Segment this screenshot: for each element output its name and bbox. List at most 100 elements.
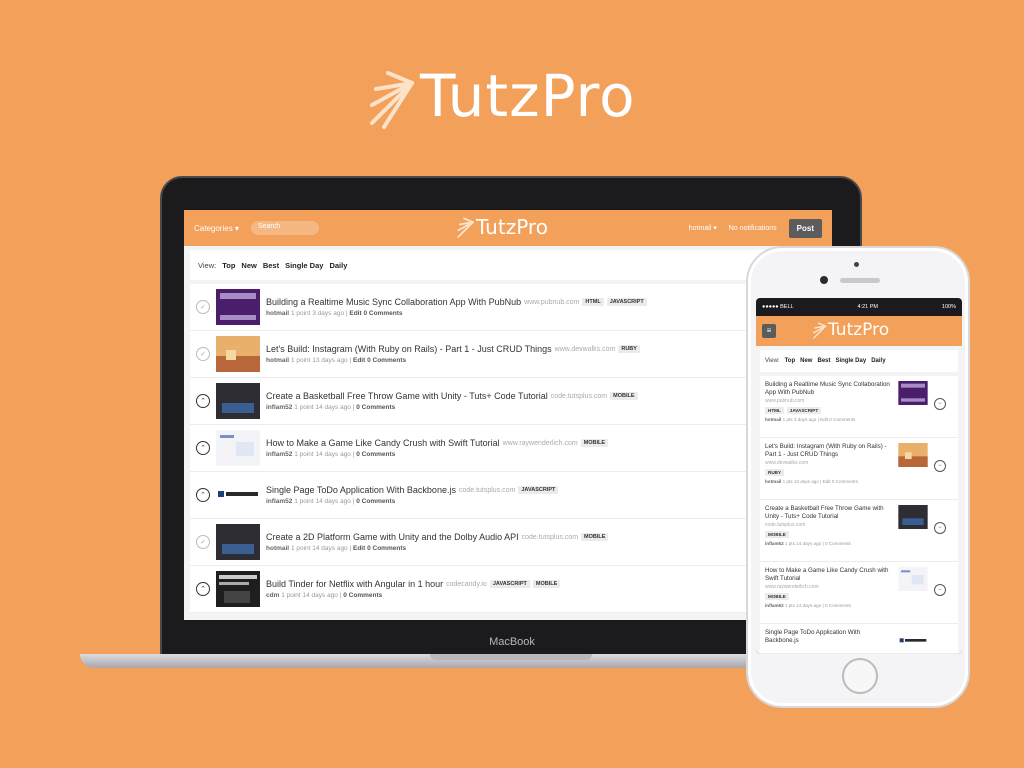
post-thumbnail[interactable] (898, 567, 928, 591)
post-title[interactable]: How to Make a Game Like Candy Crush with… (266, 438, 500, 448)
post-title[interactable]: Build Tinder for Netflix with Angular in… (266, 579, 443, 589)
post-author[interactable]: hotmail (266, 545, 289, 552)
post-button[interactable]: Post (788, 218, 822, 238)
post-tag[interactable]: JAVASCRIPT (786, 407, 822, 414)
post-tag[interactable]: JAVASCRIPT (606, 298, 647, 306)
search-input[interactable]: Search (250, 221, 319, 235)
post-tag[interactable]: JAVASCRIPT (489, 580, 530, 588)
post-author[interactable]: inflam52 (266, 451, 292, 458)
post-thumbnail[interactable] (216, 571, 260, 607)
post-author[interactable]: inflam52 (266, 498, 292, 505)
comments-link[interactable]: 0 Comments (825, 603, 851, 608)
categories-dropdown[interactable]: Categories ▾ (194, 224, 239, 233)
post-title[interactable]: Single Page ToDo Application With Backbo… (765, 629, 891, 645)
hamburger-menu-icon[interactable]: ≡ (762, 324, 776, 338)
comments-link[interactable]: 0 Comments (343, 592, 382, 599)
view-best[interactable]: Best (263, 261, 279, 270)
post-thumbnail[interactable] (216, 524, 260, 560)
phone-header-logo[interactable]: TutzPro (812, 319, 889, 341)
post-domain[interactable]: code.tutsplus.com (459, 487, 515, 494)
upvote-icon[interactable]: − (934, 522, 946, 534)
post-thumbnail[interactable] (216, 477, 260, 513)
comments-link[interactable]: 0 Comments (367, 545, 406, 552)
upvote-icon[interactable]: ⌃ (196, 488, 210, 502)
post-author[interactable]: hotmail (266, 357, 289, 364)
post-thumbnail[interactable] (898, 443, 928, 467)
post-tag[interactable]: RUBY (765, 469, 785, 476)
notifications-link[interactable]: No notifications (729, 225, 777, 232)
post-tag[interactable]: HTML (582, 298, 604, 306)
post-title[interactable]: Building a Realtime Music Sync Collabora… (266, 297, 521, 307)
post-thumbnail[interactable] (216, 430, 260, 466)
post-thumbnail[interactable] (898, 381, 928, 405)
post-author[interactable]: inflam52 (765, 603, 784, 608)
post-domain[interactable]: www.devwalks.com (555, 346, 616, 353)
post-tag[interactable]: MOBILE (532, 580, 561, 588)
post-tag[interactable]: MOBILE (580, 439, 609, 447)
post-thumbnail[interactable] (216, 383, 260, 419)
post-thumbnail[interactable] (216, 289, 260, 325)
post-tag[interactable]: MOBILE (765, 531, 789, 538)
post-title[interactable]: Create a Basketball Free Throw Game with… (266, 391, 548, 401)
post-domain[interactable]: www.pubnub.com (524, 299, 579, 306)
post-author[interactable]: hotmail (765, 417, 781, 422)
comments-link[interactable]: 0 Comments (356, 404, 395, 411)
comments-link[interactable]: 0 Comments (367, 357, 406, 364)
upvote-icon[interactable]: ⌃ (196, 441, 210, 455)
post-domain[interactable]: code.tutsplus.com (522, 534, 578, 541)
edit-link[interactable]: Edit (823, 479, 831, 484)
comments-link[interactable]: 0 Comments (356, 498, 395, 505)
post-author[interactable]: cdm (266, 592, 279, 599)
post-domain[interactable]: codecandy.io (446, 581, 487, 588)
upvote-icon[interactable]: ⌃ (196, 582, 210, 596)
post-thumbnail[interactable] (216, 336, 260, 372)
post-domain[interactable]: www.raywenderlich.com (503, 440, 578, 447)
upvoted-check-icon[interactable]: ✓ (196, 535, 210, 549)
post-title[interactable]: Single Page ToDo Application With Backbo… (266, 485, 456, 495)
post-tag[interactable]: HTML (765, 407, 784, 414)
comments-link[interactable]: 0 Comments (832, 479, 858, 484)
post-title[interactable]: Building a Realtime Music Sync Collabora… (765, 381, 891, 397)
view-single-day[interactable]: Single Day (285, 261, 323, 270)
view-daily[interactable]: Daily (871, 358, 885, 364)
view-new[interactable]: New (241, 261, 256, 270)
edit-link[interactable]: Edit (820, 417, 828, 422)
view-daily[interactable]: Daily (329, 261, 347, 270)
post-tag[interactable]: MOBILE (610, 392, 638, 400)
view-single-day[interactable]: Single Day (836, 358, 867, 364)
post-author[interactable]: hotmail (266, 310, 289, 317)
upvote-icon[interactable]: ⌃ (196, 394, 210, 408)
post-title[interactable]: Create a Basketball Free Throw Game with… (765, 505, 891, 521)
post-domain[interactable]: code.tutsplus.com (551, 393, 607, 400)
post-title[interactable]: Create a 2D Platform Game with Unity and… (266, 532, 519, 542)
upvoted-check-icon[interactable]: ✓ (196, 347, 210, 361)
upvote-icon[interactable]: − (934, 398, 946, 410)
post-author[interactable]: inflam52 (266, 404, 292, 411)
post-title[interactable]: Let's Build: Instagram (With Ruby on Rai… (765, 443, 891, 459)
post-tag[interactable]: MOBILE (581, 533, 609, 541)
upvote-icon[interactable]: − (934, 584, 946, 596)
comments-link[interactable]: 0 Comments (829, 417, 855, 422)
edit-link[interactable]: Edit (353, 357, 365, 364)
upvote-icon[interactable]: − (934, 460, 946, 472)
post-tag[interactable]: JAVASCRIPT (518, 486, 559, 494)
post-tag[interactable]: RUBY (618, 345, 640, 353)
upvoted-check-icon[interactable]: ✓ (196, 300, 210, 314)
post-title[interactable]: Let's Build: Instagram (With Ruby on Rai… (266, 344, 552, 354)
view-top[interactable]: Top (785, 358, 796, 364)
comments-link[interactable]: 0 Comments (363, 310, 402, 317)
view-best[interactable]: Best (817, 358, 830, 364)
post-author[interactable]: hotmail (765, 479, 781, 484)
header-logo[interactable]: TutzPro (456, 214, 548, 240)
post-thumbnail[interactable] (898, 505, 928, 529)
comments-link[interactable]: 0 Comments (356, 451, 395, 458)
home-button[interactable] (842, 658, 878, 694)
edit-link[interactable]: Edit (349, 310, 361, 317)
edit-link[interactable]: Edit (353, 545, 365, 552)
post-tag[interactable]: MOBILE (765, 593, 789, 600)
user-menu[interactable]: hotmail ▾ (689, 224, 717, 232)
post-thumbnail[interactable] (898, 629, 928, 653)
post-author[interactable]: inflam52 (765, 541, 784, 546)
view-new[interactable]: New (800, 358, 812, 364)
comments-link[interactable]: 0 Comments (825, 541, 851, 546)
